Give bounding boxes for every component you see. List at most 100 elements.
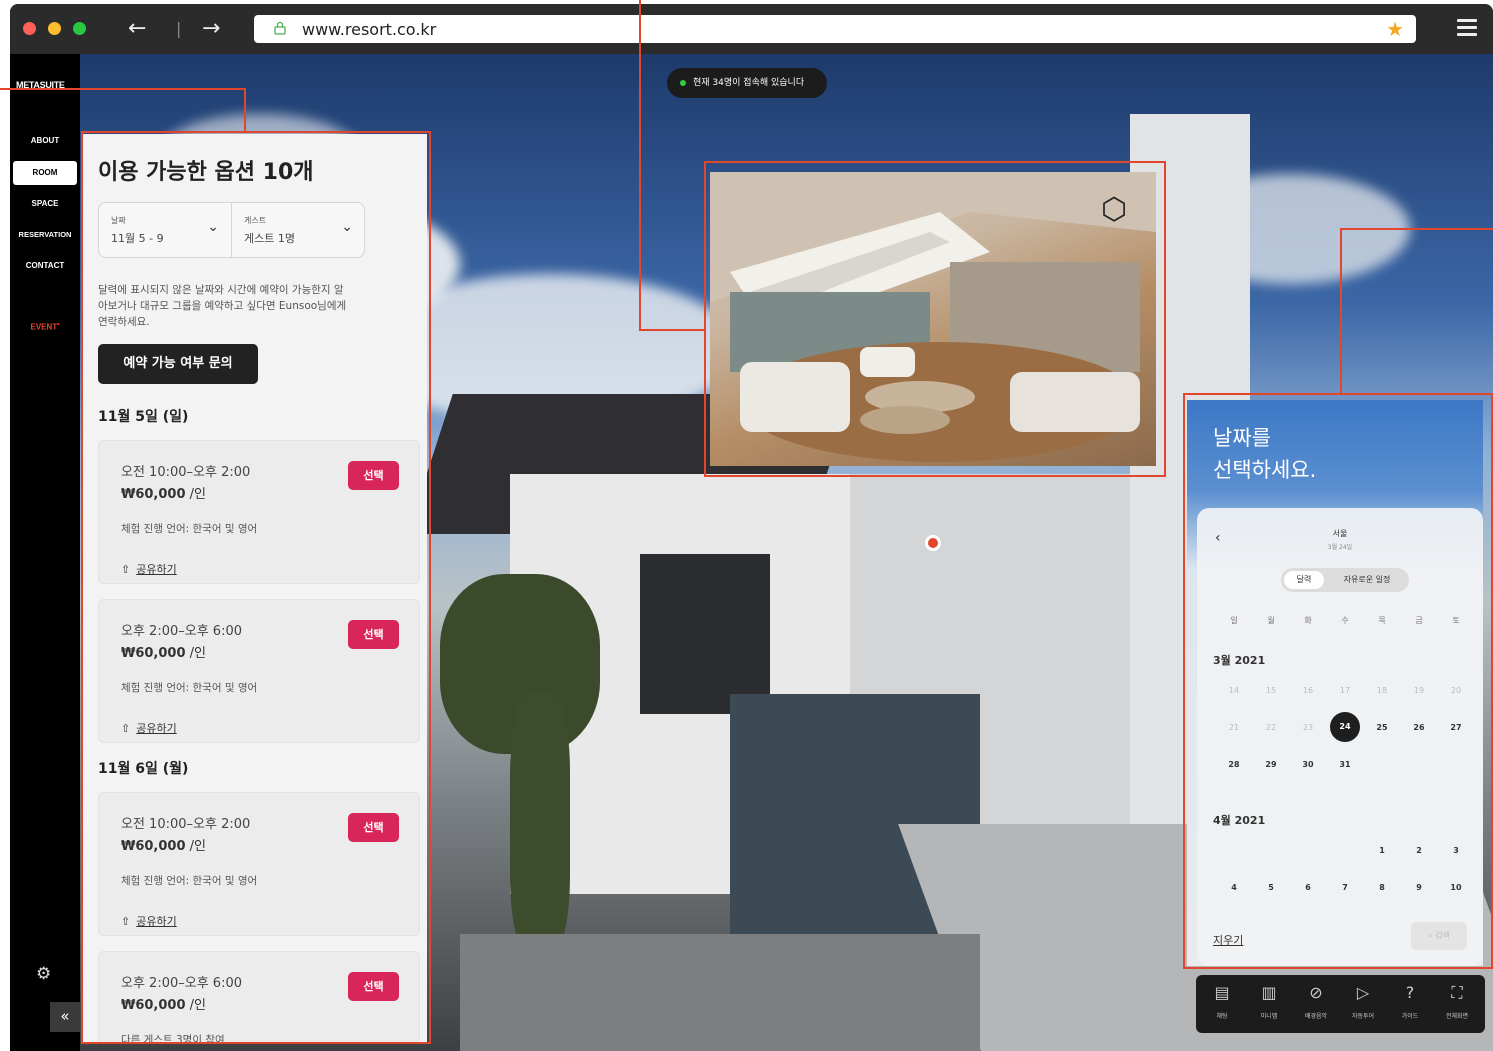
calendar-day[interactable]: 29 bbox=[1256, 760, 1286, 769]
calendar-day[interactable]: 28 bbox=[1219, 760, 1249, 769]
calendar-day[interactable]: 8 bbox=[1367, 883, 1397, 892]
maximize-window-button[interactable] bbox=[73, 22, 86, 35]
calendar-day[interactable]: 30 bbox=[1293, 760, 1323, 769]
guest-filter-label: 게스트 bbox=[244, 216, 267, 225]
slot-price: ₩60,000 /인 bbox=[121, 994, 206, 1013]
settings-gear-icon[interactable]: ⚙ bbox=[36, 964, 51, 984]
browser-toolbar: ← | → www.resort.co.kr ★ bbox=[10, 4, 1493, 54]
nav-about[interactable]: ABOUT bbox=[12, 136, 78, 145]
inquire-availability-button[interactable]: 예약 가능 여부 문의 bbox=[98, 344, 258, 384]
calendar-day[interactable]: 3 bbox=[1441, 846, 1471, 855]
address-bar[interactable]: www.resort.co.kr ★ bbox=[254, 15, 1416, 43]
calendar-day[interactable]: 26 bbox=[1404, 723, 1434, 732]
calendar-day[interactable]: 19 bbox=[1404, 686, 1434, 695]
month-label: 4월 2021 bbox=[1213, 814, 1266, 827]
slot-price: ₩60,000 /인 bbox=[121, 483, 206, 502]
hotspot-marker[interactable] bbox=[925, 535, 941, 551]
guest-filter[interactable]: 게스트 게스트 1명 ⌄ bbox=[232, 203, 365, 257]
calendar-day[interactable]: 18 bbox=[1367, 686, 1397, 695]
calendar-day[interactable]: 22 bbox=[1256, 723, 1286, 732]
minimize-window-button[interactable] bbox=[48, 22, 61, 35]
available-options-panel: 이용 가능한 옵션 10개 날짜 11월 5 - 9 ⌄ 게스트 게스트 1명 … bbox=[83, 134, 427, 1042]
calendar-day[interactable]: 10 bbox=[1441, 883, 1471, 892]
calendar-day[interactable]: 7 bbox=[1330, 883, 1360, 892]
calendar-day[interactable]: 9 bbox=[1404, 883, 1434, 892]
scene-floor bbox=[460, 934, 980, 1051]
price-amount: ₩60,000 bbox=[121, 487, 186, 502]
nav-contact[interactable]: CONTACT bbox=[12, 261, 78, 270]
calendar-day[interactable]: 20 bbox=[1441, 686, 1471, 695]
calendar-day[interactable]: 15 bbox=[1256, 686, 1286, 695]
nav-reservation[interactable]: RESERVATION bbox=[12, 230, 78, 239]
calendar-day[interactable]: 2 bbox=[1404, 846, 1434, 855]
autotour-button[interactable]: ▷ 자동투어 bbox=[1341, 983, 1385, 1020]
calendar-day[interactable]: 31 bbox=[1330, 760, 1360, 769]
search-button[interactable]: ⌕ 검색 bbox=[1411, 922, 1467, 950]
calendar-day[interactable]: 25 bbox=[1367, 723, 1397, 732]
bookmark-star-icon[interactable]: ★ bbox=[1386, 17, 1404, 41]
slot-language: 체험 진행 언어: 한국어 및 영어 bbox=[121, 682, 258, 694]
options-title: 이용 가능한 옵션 10개 bbox=[98, 160, 314, 185]
select-slot-button[interactable]: 선택 bbox=[348, 620, 399, 649]
weekday-label: 수 bbox=[1341, 616, 1349, 625]
toggle-calendar[interactable]: 달력 bbox=[1284, 571, 1324, 589]
price-unit: /인 bbox=[185, 646, 206, 661]
calendar-day[interactable]: 14 bbox=[1219, 686, 1249, 695]
chat-button[interactable]: ▤ 채팅 bbox=[1200, 983, 1244, 1020]
menu-icon[interactable] bbox=[1457, 19, 1477, 40]
nav-space[interactable]: SPACE bbox=[12, 199, 78, 208]
room-preview-photo[interactable]: ⬡ bbox=[710, 172, 1156, 466]
share-icon: ⇧ bbox=[121, 915, 131, 928]
date-filter-label: 날짜 bbox=[111, 216, 126, 225]
time-slot-card: 오전 10:00–오후 2:00 ₩60,000 /인 체험 진행 언어: 한국… bbox=[98, 440, 420, 584]
calendar-day[interactable]: 21 bbox=[1219, 723, 1249, 732]
calendar-card: ‹ 서울 3월 24일 달력 자유로운 일정 일월화수목금토 3월 2021 1… bbox=[1197, 508, 1483, 966]
fullscreen-label: 전체화면 bbox=[1445, 1013, 1469, 1020]
share-link[interactable]: ⇧ 공유하기 bbox=[121, 561, 177, 577]
callout-line bbox=[639, 329, 705, 331]
clear-dates-link[interactable]: 지우기 bbox=[1213, 932, 1243, 948]
select-slot-button[interactable]: 선택 bbox=[348, 813, 399, 842]
calendar-mode-toggle: 달력 자유로운 일정 bbox=[1281, 568, 1409, 592]
calendar-day[interactable]: 1 bbox=[1367, 846, 1397, 855]
guide-button[interactable]: ? 가이드 bbox=[1388, 983, 1432, 1020]
search-icon: ⌕ bbox=[1428, 931, 1433, 940]
selected-day[interactable]: 24 bbox=[1330, 712, 1360, 742]
nav-room[interactable]: ROOM bbox=[13, 161, 77, 185]
collapse-sidebar-button[interactable]: « bbox=[50, 1002, 80, 1032]
close-window-button[interactable] bbox=[23, 22, 36, 35]
select-slot-button[interactable]: 선택 bbox=[348, 972, 399, 1001]
mute-icon: ⊘ bbox=[1309, 983, 1323, 1002]
calendar-day[interactable]: 27 bbox=[1441, 723, 1471, 732]
weekday-label: 일 bbox=[1230, 616, 1238, 625]
share-link[interactable]: ⇧ 공유하기 bbox=[121, 720, 177, 736]
online-status-pill: 현재 34명이 접속해 있습니다 bbox=[667, 68, 827, 98]
forward-arrow-icon[interactable]: → bbox=[202, 14, 220, 44]
date-filter[interactable]: 날짜 11월 5 - 9 ⌄ bbox=[99, 203, 232, 257]
slot-time: 오후 2:00–오후 6:00 bbox=[121, 976, 242, 991]
minimap-button[interactable]: ▥ 미니맵 bbox=[1247, 983, 1291, 1020]
back-arrow-icon[interactable]: ← bbox=[128, 14, 146, 44]
share-link[interactable]: ⇧ 공유하기 bbox=[121, 913, 177, 929]
chevron-down-icon: ⌄ bbox=[341, 219, 353, 235]
calendar-day[interactable]: 23 bbox=[1293, 723, 1323, 732]
scene-plants bbox=[510, 694, 570, 954]
time-slot-card: 오후 2:00–오후 6:00 ₩60,000 /인 체험 진행 언어: 한국어… bbox=[98, 599, 420, 743]
weekday-label: 목 bbox=[1378, 616, 1386, 625]
ar-cube-icon[interactable]: ⬡ bbox=[1092, 188, 1136, 232]
calendar-day[interactable]: 5 bbox=[1256, 883, 1286, 892]
slot-guests: 다른 게스트 3명이 참여 bbox=[121, 1034, 225, 1042]
calendar-day[interactable]: 6 bbox=[1293, 883, 1323, 892]
weekday-label: 월 bbox=[1267, 616, 1275, 625]
fullscreen-button[interactable]: ⛶ 전체화면 bbox=[1435, 983, 1479, 1020]
toggle-flexible[interactable]: 자유로운 일정 bbox=[1329, 571, 1405, 589]
share-label: 공유하기 bbox=[136, 722, 177, 735]
calendar-day[interactable]: 16 bbox=[1293, 686, 1323, 695]
guest-filter-value: 게스트 1명 bbox=[244, 232, 295, 245]
calendar-day[interactable]: 4 bbox=[1219, 883, 1249, 892]
select-slot-button[interactable]: 선택 bbox=[348, 461, 399, 490]
nav-event[interactable]: EVENT• bbox=[12, 321, 78, 332]
month-label: 3월 2021 bbox=[1213, 654, 1266, 667]
bgm-button[interactable]: ⊘ 배경음악 bbox=[1294, 983, 1338, 1020]
calendar-day[interactable]: 17 bbox=[1330, 686, 1360, 695]
